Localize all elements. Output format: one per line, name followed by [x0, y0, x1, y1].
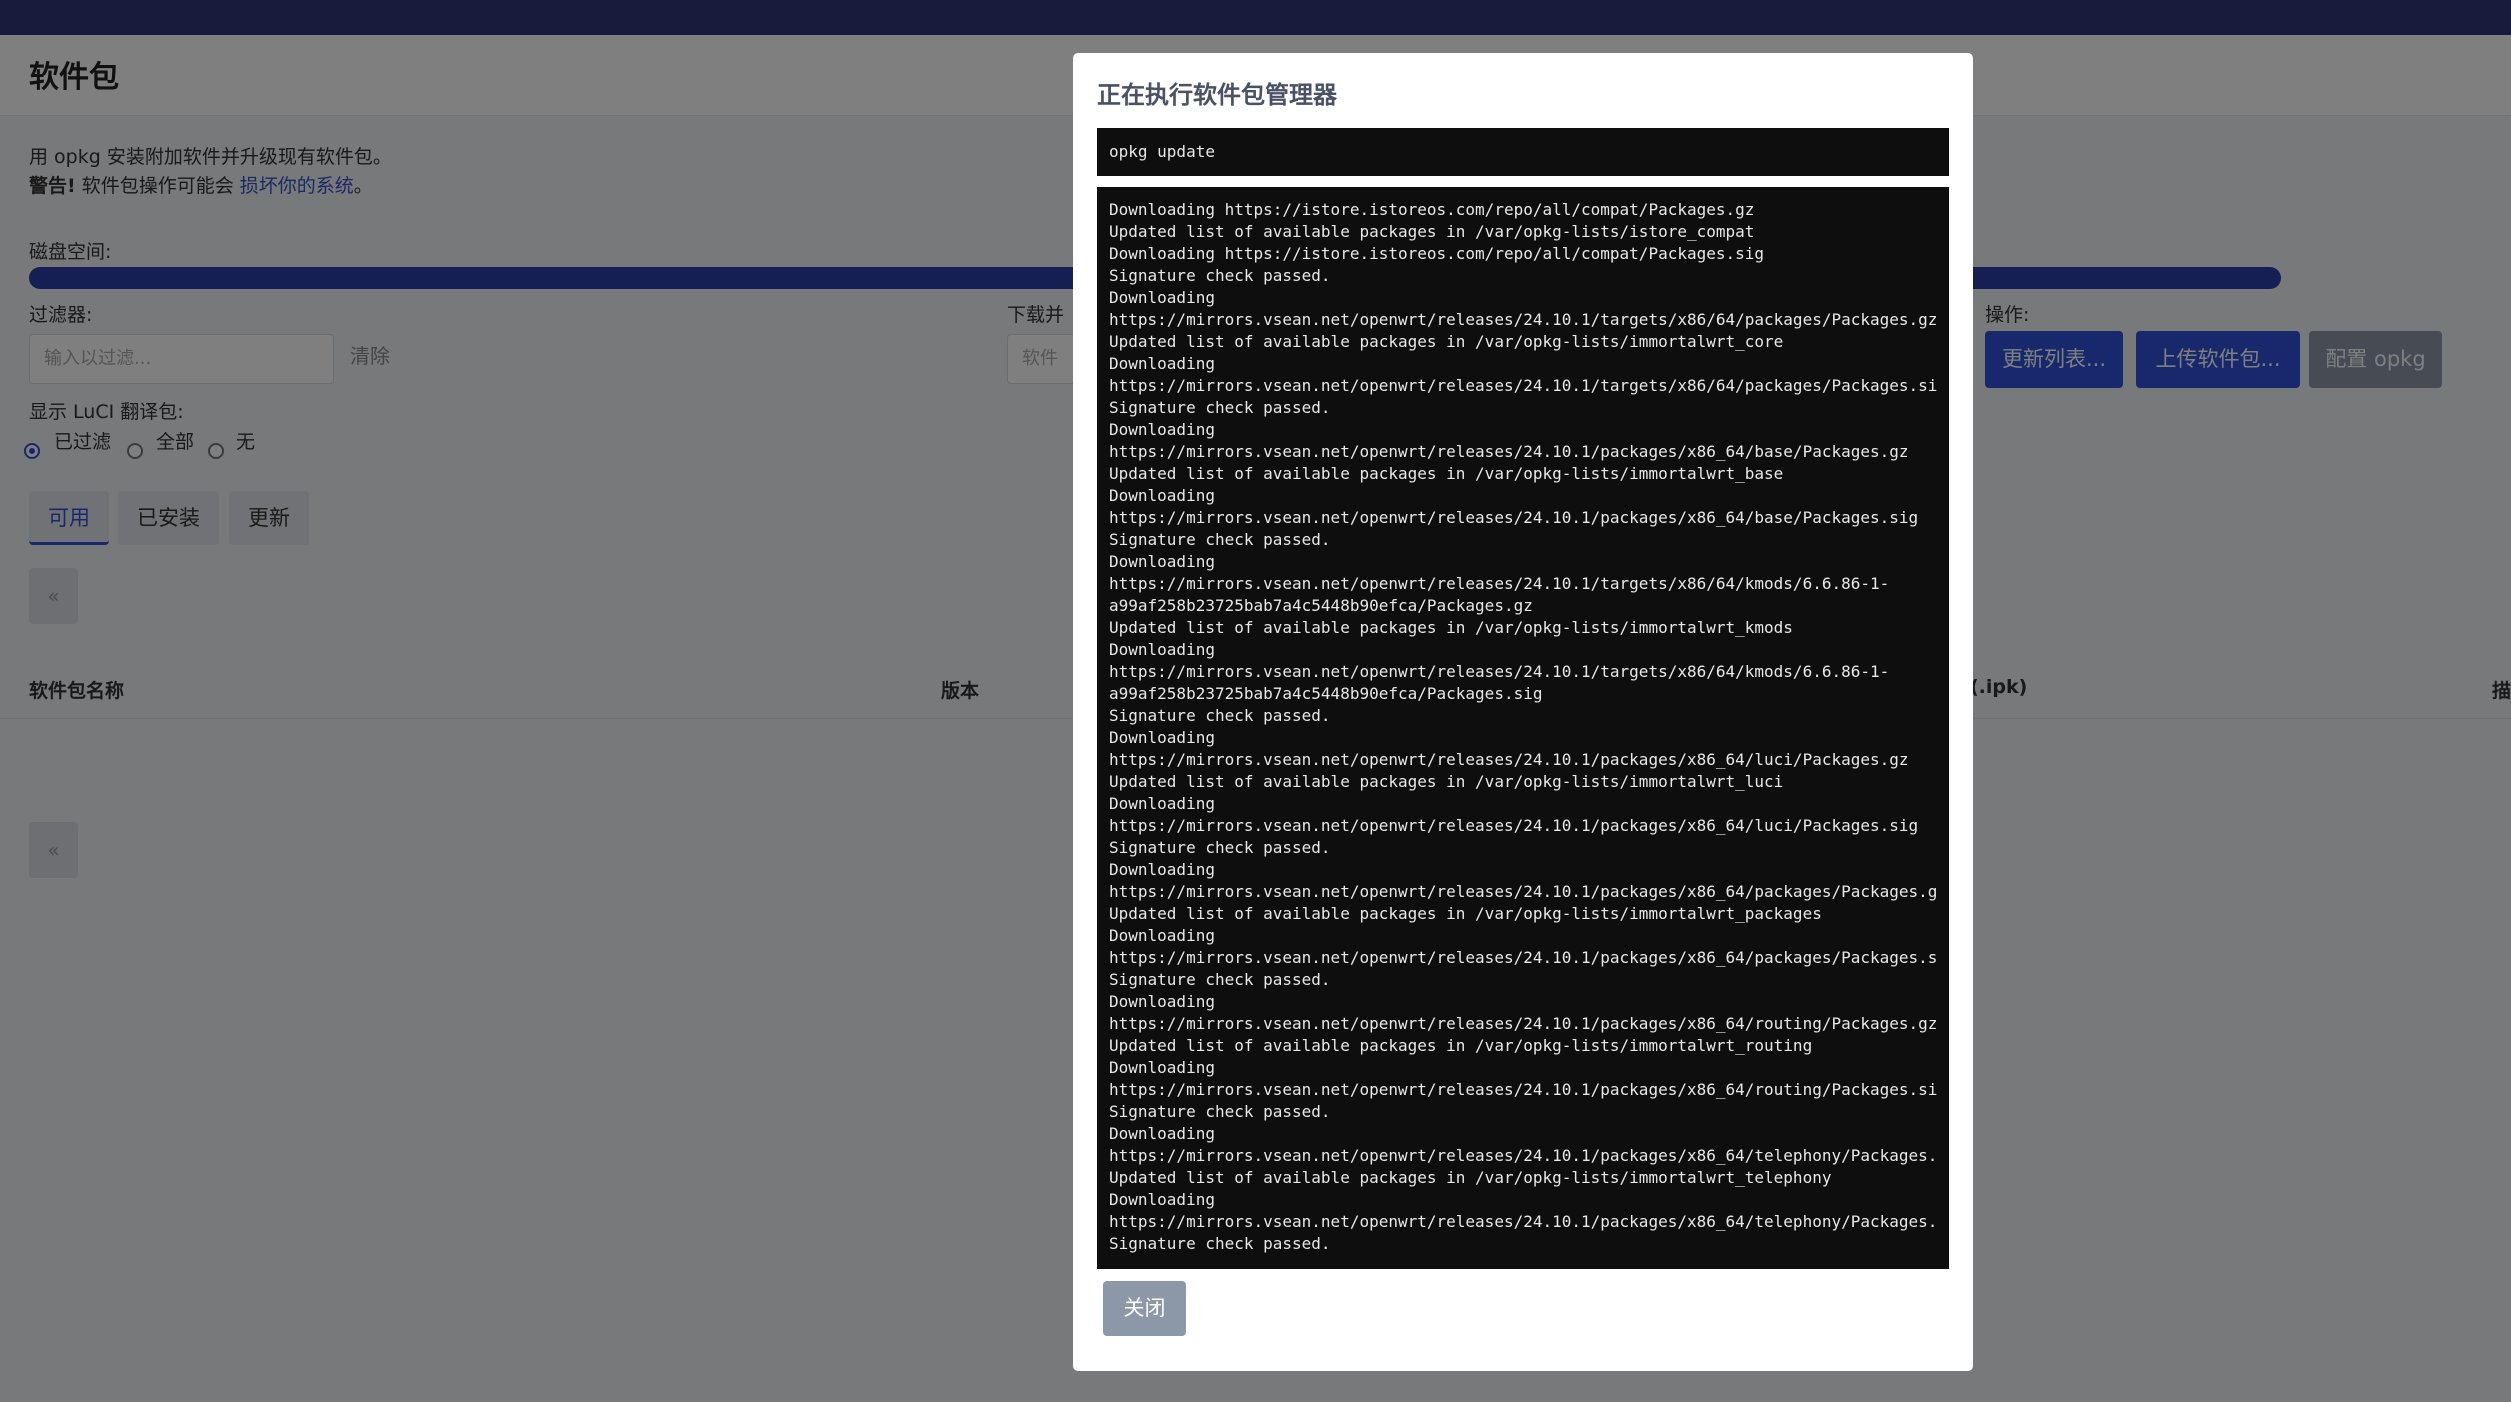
- output-line: Signature check passed.: [1109, 266, 1331, 285]
- output-line: Downloading: [1109, 1190, 1215, 1209]
- output-line: Signature check passed.: [1109, 970, 1331, 989]
- output-line: Updated list of available packages in /v…: [1109, 464, 1784, 483]
- command-display: opkg update: [1097, 128, 1949, 176]
- output-line: Updated list of available packages in /v…: [1109, 904, 1822, 923]
- output-line: Downloading: [1109, 354, 1215, 373]
- output-line: https://mirrors.vsean.net/openwrt/releas…: [1109, 1146, 1937, 1165]
- output-line: Updated list of available packages in /v…: [1109, 1168, 1832, 1187]
- output-line: https://mirrors.vsean.net/openwrt/releas…: [1109, 1014, 1937, 1033]
- output-line: Updated list of available packages in /v…: [1109, 332, 1784, 351]
- output-line: Signature check passed.: [1109, 530, 1331, 549]
- output-line: https://mirrors.vsean.net/openwrt/releas…: [1109, 882, 1937, 901]
- output-line: Downloading: [1109, 992, 1215, 1011]
- output-line: Downloading: [1109, 1124, 1215, 1143]
- output-line: Signature check passed.: [1109, 706, 1331, 725]
- output-line: Signature check passed.: [1109, 1234, 1331, 1253]
- command-output: Downloading https://istore.istoreos.com/…: [1097, 187, 1949, 1269]
- output-line: Downloading: [1109, 860, 1215, 879]
- output-line: Signature check passed.: [1109, 1102, 1331, 1121]
- output-line: Downloading: [1109, 926, 1215, 945]
- page: 软件包 用 opkg 安装附加软件并升级现有软件包。 警告! 软件包操作可能会 …: [0, 0, 2511, 1402]
- output-line: Downloading https://istore.istoreos.com/…: [1109, 244, 1765, 263]
- output-line: Downloading: [1109, 728, 1215, 747]
- output-line: Downloading: [1109, 486, 1215, 505]
- output-line: Downloading: [1109, 288, 1215, 307]
- output-line: https://mirrors.vsean.net/openwrt/releas…: [1109, 376, 1937, 395]
- output-line: Updated list of available packages in /v…: [1109, 618, 1793, 637]
- output-line: a99af258b23725bab7a4c5448b90efca/Package…: [1109, 596, 1533, 615]
- output-line: Downloading: [1109, 1058, 1215, 1077]
- output-line: https://mirrors.vsean.net/openwrt/releas…: [1109, 816, 1919, 835]
- output-line: Signature check passed.: [1109, 838, 1331, 857]
- output-line: Updated list of available packages in /v…: [1109, 1036, 1813, 1055]
- close-button[interactable]: 关闭: [1103, 1281, 1186, 1336]
- output-line: https://mirrors.vsean.net/openwrt/releas…: [1109, 574, 1890, 593]
- output-line: https://mirrors.vsean.net/openwrt/releas…: [1109, 1212, 1937, 1231]
- output-line: https://mirrors.vsean.net/openwrt/releas…: [1109, 310, 1937, 329]
- output-line: https://mirrors.vsean.net/openwrt/releas…: [1109, 1080, 1937, 1099]
- output-line: Downloading: [1109, 794, 1215, 813]
- output-line: Downloading: [1109, 552, 1215, 571]
- output-line: Updated list of available packages in /v…: [1109, 772, 1784, 791]
- output-line: Downloading: [1109, 640, 1215, 659]
- output-line: Downloading: [1109, 420, 1215, 439]
- output-line: Signature check passed.: [1109, 398, 1331, 417]
- output-line: https://mirrors.vsean.net/openwrt/releas…: [1109, 948, 1937, 967]
- output-line: https://mirrors.vsean.net/openwrt/releas…: [1109, 662, 1890, 681]
- output-line: Downloading https://istore.istoreos.com/…: [1109, 200, 1755, 219]
- output-line: a99af258b23725bab7a4c5448b90efca/Package…: [1109, 684, 1543, 703]
- output-line: Updated list of available packages in /v…: [1109, 222, 1755, 241]
- output-line: https://mirrors.vsean.net/openwrt/releas…: [1109, 750, 1909, 769]
- output-line: https://mirrors.vsean.net/openwrt/releas…: [1109, 508, 1919, 527]
- dialog-title: 正在执行软件包管理器: [1097, 81, 1337, 109]
- package-manager-dialog: 正在执行软件包管理器 opkg update Downloading https…: [1073, 53, 1973, 1371]
- output-line: https://mirrors.vsean.net/openwrt/releas…: [1109, 442, 1909, 461]
